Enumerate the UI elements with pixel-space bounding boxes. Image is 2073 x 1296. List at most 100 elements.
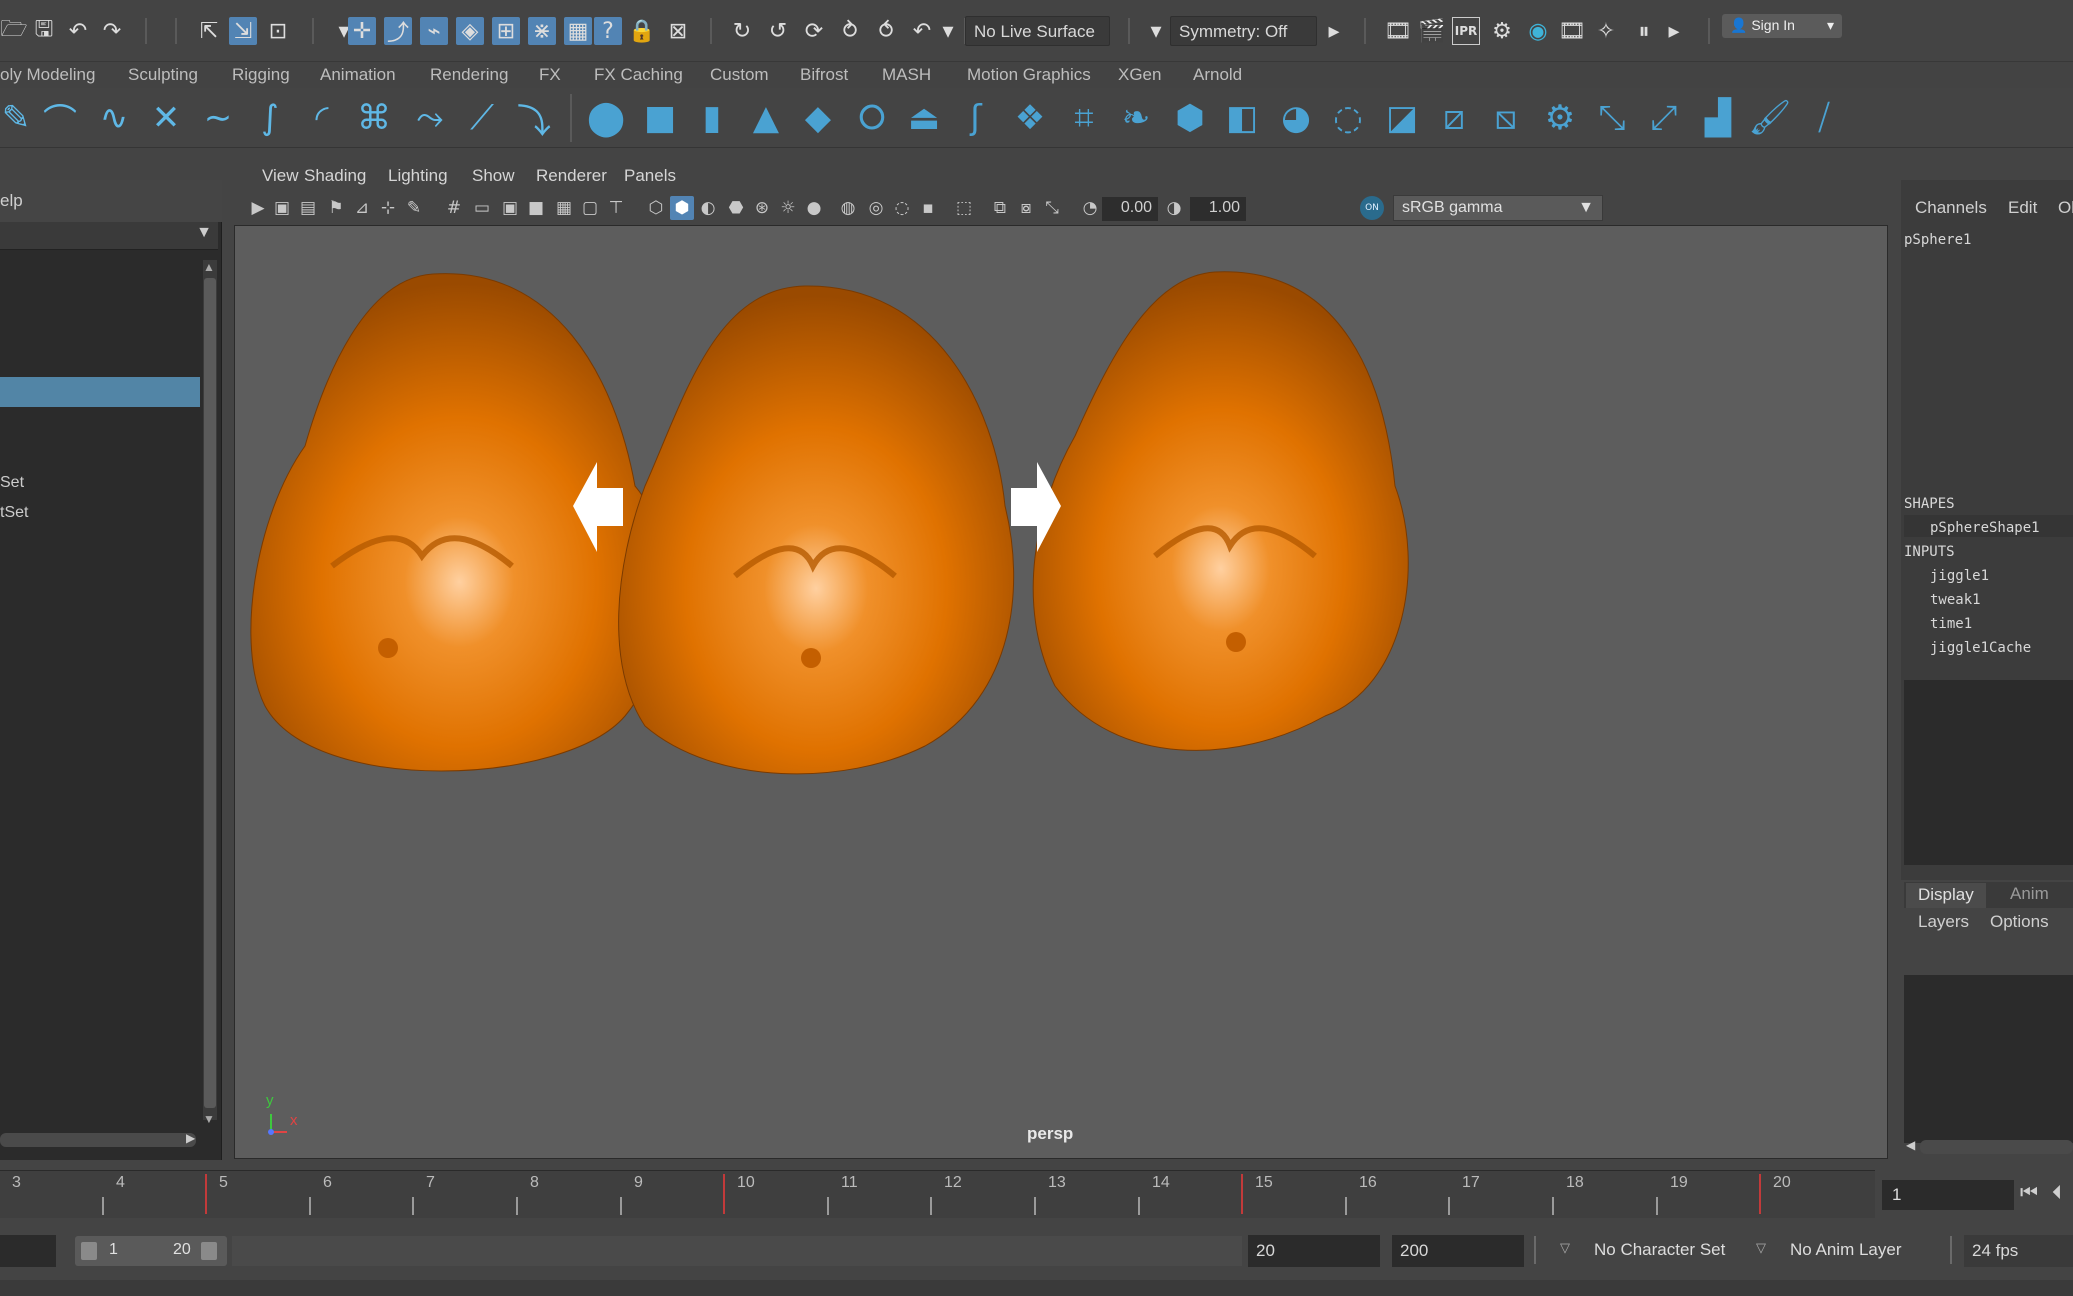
bookmark-icon[interactable]: ▤ bbox=[296, 196, 320, 220]
node-name[interactable]: pSphere1 bbox=[1904, 232, 1971, 248]
paint-weights-icon[interactable]: 🖌 bbox=[1748, 98, 1791, 138]
sign-in-button[interactable]: 👤 Sign In ▾ bbox=[1722, 14, 1842, 38]
wireframe-on-shaded-icon[interactable]: ◐ bbox=[696, 196, 720, 220]
grease-pencil-icon[interactable]: ✎ bbox=[402, 196, 426, 220]
edge-loop-icon[interactable]: ⧅ bbox=[1486, 98, 1526, 138]
shape-name[interactable]: pSphereShape1 bbox=[1930, 520, 2040, 536]
scene-start-field[interactable] bbox=[0, 1235, 56, 1267]
live-surface-field[interactable]: No Live Surface bbox=[965, 16, 1110, 46]
construction-history-icon[interactable]: ↺ bbox=[764, 17, 792, 45]
tab-fx[interactable]: FX bbox=[539, 62, 561, 88]
tab-anim[interactable]: Anim bbox=[2010, 884, 2049, 904]
range-slider[interactable]: 1 20 bbox=[75, 1236, 227, 1266]
symmetry-ops-icon[interactable]: ⥀ bbox=[872, 17, 900, 45]
extrude-icon[interactable]: ⬢ bbox=[1170, 98, 1210, 138]
smooth-icon[interactable]: ❧ bbox=[1116, 98, 1156, 138]
snap-grid-icon[interactable]: ✛ bbox=[348, 17, 376, 45]
color-management-toggle-icon[interactable]: ON bbox=[1360, 196, 1384, 220]
chevron-down-icon[interactable]: ▼ bbox=[196, 224, 212, 242]
outliner-item[interactable]: Set bbox=[0, 469, 200, 497]
transfer-icon[interactable]: ⤢ bbox=[1644, 98, 1684, 138]
history-caret-icon[interactable]: ▾ bbox=[934, 17, 962, 45]
hypershade-icon[interactable]: ◉ bbox=[1524, 17, 1552, 45]
outliner-hscrollbar[interactable] bbox=[0, 1133, 196, 1147]
wireframe-icon[interactable]: ⬡ bbox=[644, 196, 668, 220]
mirror-icon[interactable]: ⤡ bbox=[1592, 98, 1632, 138]
range-end-handle[interactable] bbox=[201, 1242, 217, 1260]
tab-poly-modeling[interactable]: oly Modeling bbox=[0, 62, 95, 88]
menu-layers[interactable]: Layers bbox=[1918, 912, 1969, 932]
snap-tool-icon[interactable]: ⊠ bbox=[664, 17, 692, 45]
tab-sculpting[interactable]: Sculpting bbox=[128, 62, 198, 88]
input-node[interactable]: tweak1 bbox=[1930, 592, 1981, 608]
backface-culling-icon[interactable]: ⤡ bbox=[1040, 196, 1064, 220]
snap-curve-icon[interactable]: ⤴ bbox=[384, 17, 412, 46]
help-icon[interactable]: ? bbox=[594, 17, 622, 45]
output-ops-icon[interactable]: ⥁ bbox=[836, 17, 864, 45]
tab-animation[interactable]: Animation bbox=[320, 62, 396, 88]
cv-curve-icon[interactable]: ∿ bbox=[94, 98, 134, 138]
scroll-right-icon[interactable]: ▶ bbox=[186, 1131, 195, 1145]
outliner-filter-field[interactable]: ▼ bbox=[0, 222, 218, 250]
depth-of-field-icon[interactable]: ◌ bbox=[890, 196, 914, 220]
fill-hole-icon[interactable]: ◪ bbox=[1382, 98, 1422, 138]
shadows-icon[interactable]: ☼ bbox=[776, 196, 800, 220]
fps-dropdown[interactable]: 24 fps bbox=[1964, 1235, 2073, 1267]
tab-display[interactable]: Display bbox=[1906, 883, 1986, 908]
collapse-arrow-icon[interactable]: ▸ bbox=[1320, 17, 1348, 45]
isolate-select-icon[interactable]: ▪ bbox=[916, 196, 940, 220]
field-chart-icon[interactable]: ▦ bbox=[552, 196, 576, 220]
snap-view-plane-icon[interactable]: ◈ bbox=[456, 17, 484, 45]
scroll-down-icon[interactable]: ▼ bbox=[203, 1112, 215, 1126]
outliner-scroll-thumb[interactable] bbox=[204, 278, 216, 1108]
tab-rigging[interactable]: Rigging bbox=[232, 62, 290, 88]
select-hierarchy-icon[interactable]: ⇱ bbox=[195, 17, 223, 45]
playback-end-field[interactable]: 20 bbox=[1248, 1235, 1380, 1267]
camera-attributes-icon[interactable]: ▣ bbox=[270, 196, 294, 220]
egg-model-center[interactable] bbox=[618, 285, 1015, 775]
poly-plane-icon[interactable]: ◆ bbox=[798, 98, 838, 138]
light-editor-icon[interactable]: ✧ bbox=[1592, 17, 1620, 45]
bezier-curve-icon[interactable]: ✕ bbox=[146, 98, 186, 138]
render-frame-icon[interactable]: 🎬 bbox=[1418, 17, 1446, 45]
multi-cut-icon[interactable]: ⧄ bbox=[1434, 98, 1474, 138]
xray-joints-icon[interactable]: ⧉ bbox=[988, 196, 1012, 220]
tab-xgen[interactable]: XGen bbox=[1118, 62, 1161, 88]
anti-aliasing-icon[interactable]: ◎ bbox=[864, 196, 888, 220]
color-space-dropdown[interactable]: sRGB gamma ▼ bbox=[1393, 195, 1603, 221]
merge-icon[interactable]: ⚙ bbox=[1540, 98, 1580, 138]
poly-type-icon[interactable]: ⏏ bbox=[904, 98, 944, 138]
menu-show[interactable]: Show bbox=[472, 166, 515, 186]
svg-icon[interactable]: ʃ bbox=[956, 98, 996, 138]
snap-point-icon[interactable]: ⌁ bbox=[420, 17, 448, 45]
layer-hscrollbar[interactable] bbox=[1920, 1140, 2073, 1154]
tab-motion-graphics[interactable]: Motion Graphics bbox=[967, 62, 1091, 88]
menu-renderer[interactable]: Renderer bbox=[536, 166, 607, 186]
tab-custom[interactable]: Custom bbox=[710, 62, 769, 88]
bridge-icon[interactable]: ◧ bbox=[1222, 98, 1262, 138]
combine-icon[interactable]: ❖ bbox=[1010, 98, 1050, 138]
viewport-panel[interactable] bbox=[234, 225, 1888, 1159]
resolution-gate-icon[interactable]: ▣ bbox=[498, 196, 522, 220]
open-scene-icon[interactable]: 🗁 bbox=[0, 17, 28, 45]
arc-curve-icon[interactable]: ∫ bbox=[250, 98, 290, 138]
redo-icon[interactable]: ↷ bbox=[98, 17, 126, 45]
symmetry-field[interactable]: Symmetry: Off bbox=[1170, 16, 1317, 46]
safe-action-icon[interactable]: ▢ bbox=[578, 196, 602, 220]
detach-curves-icon[interactable]: ⟋ bbox=[462, 98, 502, 138]
render-view-icon[interactable]: 🎞 bbox=[1384, 17, 1412, 45]
outliner-help-menu[interactable]: elp bbox=[0, 191, 23, 210]
undo-icon[interactable]: ↶ bbox=[64, 17, 92, 45]
menu-panels[interactable]: Panels bbox=[624, 166, 676, 186]
render-setup-icon[interactable]: 🎞 bbox=[1558, 17, 1586, 45]
curve-tangent-icon[interactable]: ∼ bbox=[198, 98, 238, 138]
uv-editor-icon[interactable]: ▟ bbox=[1698, 98, 1738, 138]
smooth-shade-icon[interactable]: ⬢ bbox=[670, 196, 694, 220]
range-track[interactable] bbox=[232, 1236, 1242, 1266]
render-settings-icon[interactable]: ⚙ bbox=[1488, 17, 1516, 45]
lasso-history-icon[interactable]: ↻ bbox=[728, 17, 756, 45]
anim-layer-dropdown[interactable]: No Anim Layer bbox=[1790, 1240, 1902, 1260]
xray-icon[interactable]: ⬚ bbox=[952, 196, 976, 220]
scroll-left-icon[interactable]: ◀ bbox=[1906, 1138, 1915, 1152]
film-gate-icon[interactable]: ▭ bbox=[470, 196, 494, 220]
